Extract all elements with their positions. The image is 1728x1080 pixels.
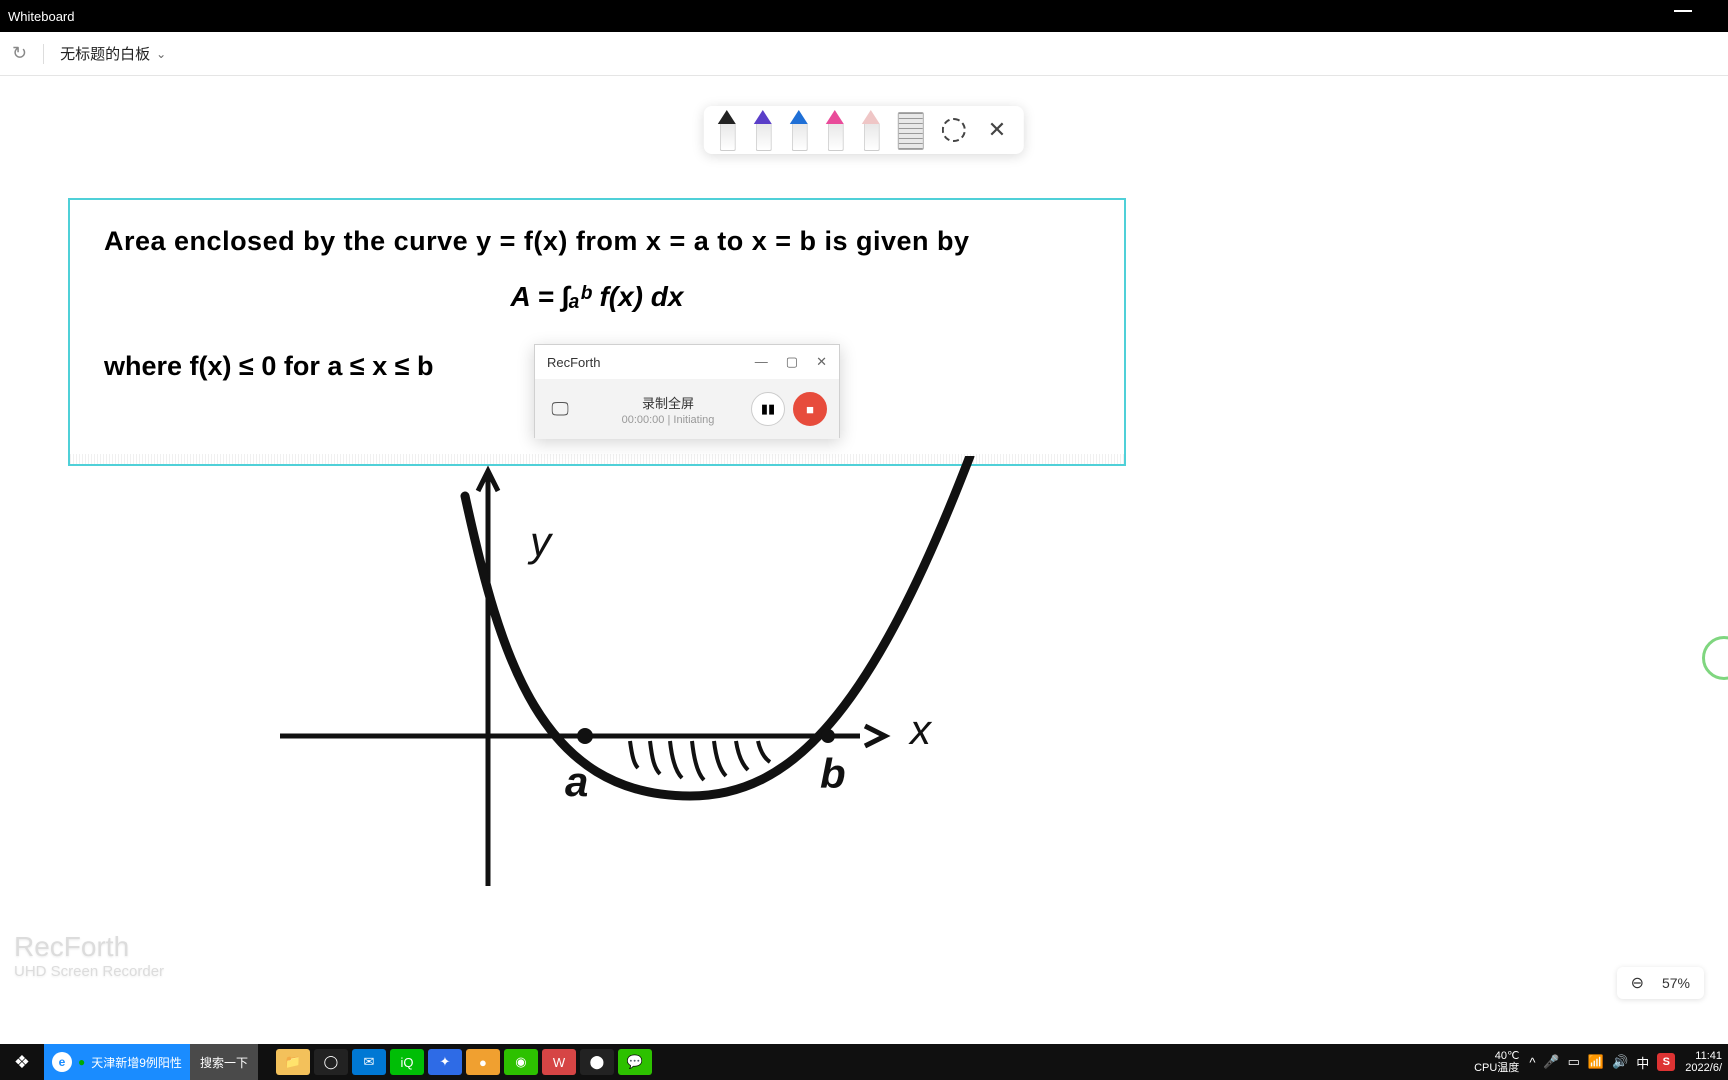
ie-taskbar-item[interactable]: e ● 天津新增9例阳性 [44, 1044, 190, 1080]
wifi-icon[interactable]: 📶 [1588, 1054, 1604, 1070]
lasso-tool[interactable] [942, 118, 966, 142]
maximize-icon[interactable]: ▢ [786, 354, 798, 370]
ruler-tool[interactable] [898, 112, 924, 150]
x-label: x [908, 706, 933, 753]
a-label: a [565, 758, 588, 805]
pen-toolbar: ✕ [704, 106, 1024, 154]
recforth-titlebar[interactable]: RecForth — ▢ ✕ [535, 345, 839, 379]
ie-tab-text: 天津新增9例阳性 [91, 1054, 182, 1071]
minimize-icon[interactable]: — [755, 354, 768, 370]
close-icon[interactable]: ✕ [816, 354, 827, 370]
volume-icon[interactable]: 🔊 [1612, 1054, 1628, 1070]
recforth-window[interactable]: RecForth — ▢ ✕ 🖵 录制全屏 00:00:00 | Initiat… [534, 344, 840, 438]
redo-icon[interactable]: ↻ [12, 43, 27, 64]
system-tray[interactable]: ^ 🎤 ▭ 📶 🔊 中 S [1529, 1053, 1675, 1072]
taskbar-app-wechat-work[interactable]: ◉ [504, 1049, 538, 1075]
cpu-temp[interactable]: 40℃ CPU温度 [1474, 1050, 1519, 1074]
taskbar-app-wechat[interactable]: 💬 [618, 1049, 652, 1075]
recforth-title: RecForth [547, 355, 600, 370]
chevron-down-icon: ⌄ [156, 47, 166, 61]
taskbar-app-feishu[interactable]: ✦ [428, 1049, 462, 1075]
windows-taskbar: ❖ e ● 天津新增9例阳性 搜索一下 📁◯✉iQ✦●◉W⬤💬 40℃ CPU温… [0, 1044, 1728, 1080]
board-title: 无标题的白板 [60, 43, 150, 64]
record-status: 00:00:00 | Initiating [585, 414, 751, 426]
recforth-body: 🖵 录制全屏 00:00:00 | Initiating ▮▮ ■ [535, 379, 839, 439]
taskbar-app-iqiyi[interactable]: iQ [390, 1049, 424, 1075]
clock[interactable]: 11:41 2022/6/ [1685, 1050, 1722, 1074]
zoom-value: 57% [1662, 975, 1690, 991]
black-pen[interactable] [718, 110, 736, 150]
record-mode: 录制全屏 [585, 393, 751, 412]
watermark-sub: UHD Screen Recorder [14, 963, 164, 980]
tray-up-icon[interactable]: ^ [1529, 1055, 1535, 1070]
floating-badge[interactable] [1702, 636, 1728, 680]
pause-button[interactable]: ▮▮ [751, 392, 785, 426]
watermark-title: RecForth [14, 931, 164, 963]
content-line1: Area enclosed by the curve y = f(x) from… [104, 226, 1090, 257]
battery-icon[interactable]: ▭ [1568, 1054, 1580, 1070]
zoom-out-icon[interactable]: ⊖ [1631, 973, 1644, 993]
whiteboard-canvas[interactable]: ✕ Area enclosed by the curve y = f(x) fr… [0, 76, 1728, 1044]
board-title-dropdown[interactable]: 无标题的白板 ⌄ [60, 43, 166, 64]
taskbar-apps: 📁◯✉iQ✦●◉W⬤💬 [276, 1044, 652, 1080]
blue-pen[interactable] [790, 110, 808, 150]
record-button[interactable]: ■ [793, 392, 827, 426]
mic-icon[interactable]: 🎤 [1543, 1054, 1559, 1070]
taskbar-app-app6[interactable]: ● [466, 1049, 500, 1075]
app-title: Whiteboard [8, 9, 74, 24]
content-equation: A = ∫ₐᵇ f(x) dx [104, 281, 1090, 313]
minimize-icon[interactable] [1674, 10, 1692, 12]
search-placeholder: 搜索一下 [200, 1054, 248, 1071]
app-toolbar: ↻ 无标题的白板 ⌄ [0, 32, 1728, 76]
y-label: y [527, 518, 554, 565]
start-button[interactable]: ❖ [0, 1044, 44, 1080]
purple-pen[interactable] [754, 110, 772, 150]
monitor-icon[interactable]: 🖵 [535, 399, 585, 420]
zoom-control[interactable]: ⊖ 57% [1617, 967, 1704, 999]
taskbar-app-mail[interactable]: ✉ [352, 1049, 386, 1075]
ime-badge[interactable]: S [1657, 1053, 1675, 1071]
taskbar-app-wps[interactable]: W [542, 1049, 576, 1075]
close-icon[interactable]: ✕ [984, 117, 1010, 143]
taskbar-app-file-explorer[interactable]: 📁 [276, 1049, 310, 1075]
taskbar-app-cortana[interactable]: ◯ [314, 1049, 348, 1075]
recforth-watermark: RecForth UHD Screen Recorder [14, 931, 164, 980]
ime-indicator[interactable]: 中 [1636, 1053, 1649, 1072]
window-titlebar: Whiteboard [0, 0, 1728, 32]
ie-icon: e [52, 1052, 72, 1072]
search-box[interactable]: 搜索一下 [190, 1044, 258, 1080]
pink-highlighter[interactable] [826, 110, 844, 150]
taskbar-app-recforth-app[interactable]: ⬤ [580, 1049, 614, 1075]
eraser[interactable] [862, 110, 880, 150]
separator [43, 44, 44, 64]
b-label: b [820, 750, 846, 797]
